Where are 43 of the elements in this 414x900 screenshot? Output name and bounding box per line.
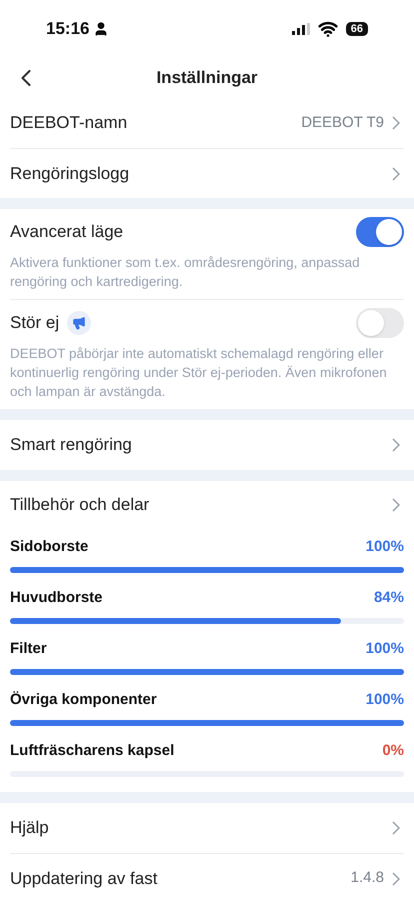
row-value: 1.4.8: [350, 868, 384, 888]
row-value: DEEBOT T9: [301, 112, 384, 133]
row-label: Avancerat läge: [10, 221, 124, 244]
chevron-right-icon: [392, 821, 400, 835]
battery-indicator: 66: [346, 22, 368, 36]
row-description: DEEBOT påbörjar inte automatiskt schemalagd rengöring eller kontinuerlig rengöring under Stör ej-perioden. Även mikrofonen och lampan är avstängda.: [10, 345, 388, 401]
row-label: DEEBOT-namn: [10, 112, 128, 134]
chevron-right-icon: [392, 872, 400, 886]
megaphone-icon: [67, 311, 92, 335]
status-time: 15:16: [46, 18, 90, 40]
part-percentage: 84%: [374, 588, 404, 608]
part-name: Huvudborste: [10, 588, 104, 608]
chevron-right-icon: [392, 166, 400, 180]
row-label: Rengöringslogg: [10, 162, 130, 185]
chevron-right-icon: [392, 116, 400, 130]
chevron-right-icon: [392, 438, 400, 452]
settings-row[interactable]: Smart rengöring: [10, 420, 404, 470]
toggle-switch[interactable]: [356, 217, 404, 247]
part-name: Övriga komponenter: [10, 690, 158, 710]
row-label: Tillbehör och delar: [10, 494, 150, 516]
part-name: Sidoborste: [10, 536, 90, 557]
person-icon: [93, 21, 110, 37]
part-percentage: 0%: [382, 740, 404, 761]
row-label: Uppdatering av fast: [10, 868, 158, 890]
settings-row[interactable]: Uppdatering av fast 1.4.8: [10, 853, 404, 900]
row-label: Stör ej: [10, 312, 60, 334]
chevron-right-icon: [392, 498, 400, 512]
part-name: Filter: [10, 638, 48, 659]
part-percentage: 100%: [366, 638, 404, 659]
settings-row[interactable]: DEEBOT-namn DEEBOT T9: [10, 98, 404, 148]
part-name: Luftfräscharens kapsel: [10, 740, 176, 761]
toggle-switch[interactable]: [356, 308, 404, 338]
page-title: Inställningar: [156, 67, 258, 90]
settings-row[interactable]: Tillbehör och delar: [10, 481, 404, 529]
settings-row[interactable]: Rengöringslogg: [10, 148, 404, 198]
row-description: Aktivera funktioner som t.ex. områdesrengöring, anpassad rengöring och kartredigering.: [10, 254, 361, 291]
part-percentage: 100%: [366, 536, 404, 557]
signal-icon: [292, 23, 310, 35]
settings-row[interactable]: Hjälp: [10, 803, 404, 853]
part-percentage: 100%: [366, 690, 404, 710]
row-label: Smart rengöring: [10, 434, 133, 456]
row-label: Hjälp: [10, 817, 50, 840]
wifi-icon: [318, 19, 338, 39]
